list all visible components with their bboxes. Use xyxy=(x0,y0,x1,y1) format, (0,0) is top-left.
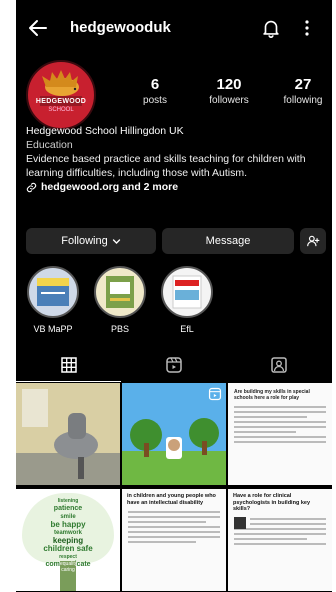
stat-posts-label: posts xyxy=(143,95,167,106)
doc-line xyxy=(234,421,326,423)
highlight-pbs[interactable]: PBS xyxy=(93,266,147,334)
story-highlights: VB MaPP PBS EfL xyxy=(16,266,332,346)
profile-username: hedgewooduk xyxy=(70,19,171,36)
post-thumbnail-reel[interactable] xyxy=(122,383,226,485)
bio-link[interactable]: hedgewood.org and 2 more xyxy=(26,180,326,194)
stat-following-label: following xyxy=(283,95,323,106)
stat-followers[interactable]: 120 followers xyxy=(194,76,264,106)
bell-icon[interactable] xyxy=(260,17,282,39)
doc-line xyxy=(234,542,326,545)
word: be happy xyxy=(50,520,86,529)
stat-following-count: 27 xyxy=(294,76,312,93)
doc-line xyxy=(128,521,206,523)
doc-line xyxy=(128,516,220,518)
logo-text: HEDGEWOOD xyxy=(35,98,87,105)
reel-badge-icon xyxy=(208,387,222,401)
word: listening xyxy=(57,498,79,504)
post-thumbnail[interactable] xyxy=(16,383,120,485)
add-person-button[interactable] xyxy=(300,228,326,254)
hedgehog-logo-icon xyxy=(40,70,82,106)
top-bar: hedgewooduk xyxy=(16,0,332,56)
message-button[interactable]: Message xyxy=(162,228,294,254)
grid-icon xyxy=(60,356,77,373)
post-thumbnail-word-cloud[interactable]: listening patience smile be happy teamwo… xyxy=(16,489,120,591)
profile-bio: Hedgewood School Hillingdon UK Education… xyxy=(26,124,326,194)
profile-tabs xyxy=(16,348,332,382)
book-cover-icon xyxy=(106,276,134,308)
stat-posts-count: 6 xyxy=(150,76,160,93)
word: respect xyxy=(59,554,77,560)
profile-screen: hedgewooduk HEDGEWOOD SCHOOL 6 posts 120… xyxy=(16,0,332,592)
following-label: Following xyxy=(61,235,108,247)
doc-line xyxy=(128,511,220,513)
doc-line xyxy=(234,411,326,413)
doc-line xyxy=(234,416,307,418)
doc-line xyxy=(128,536,220,538)
add-person-icon xyxy=(307,235,320,247)
bio-name: Hedgewood School Hillingdon UK xyxy=(26,125,184,137)
following-button[interactable]: Following xyxy=(26,228,156,254)
book-cover-icon xyxy=(37,278,69,306)
doc-line xyxy=(128,541,196,543)
highlight-vb-mapp[interactable]: VB MaPP xyxy=(26,266,80,334)
chevron-down-icon xyxy=(112,238,120,244)
doc-line xyxy=(234,436,326,438)
stat-followers-count: 120 xyxy=(216,76,242,93)
message-label: Message xyxy=(205,235,251,247)
tab-reels[interactable] xyxy=(121,348,226,382)
reels-icon xyxy=(165,357,182,373)
highlight-vb-mapp-cover xyxy=(27,266,79,318)
bio-link-text: hedgewood.org and 2 more xyxy=(41,181,179,193)
highlight-efl-cover xyxy=(161,266,213,318)
more-vertical-icon[interactable] xyxy=(300,17,314,39)
post-thumbnail-document[interactable]: in children and young people who have an… xyxy=(122,489,226,591)
doc-line xyxy=(234,532,326,535)
logo-subtext: SCHOOL xyxy=(48,107,74,113)
tagged-icon xyxy=(270,357,287,373)
profile-avatar[interactable]: HEDGEWOOD SCHOOL xyxy=(26,60,96,130)
highlight-efl[interactable]: EfL xyxy=(160,266,214,334)
highlight-label: EfL xyxy=(180,324,194,334)
document-title: Are building my skills in special school… xyxy=(234,389,310,401)
stat-followers-label: followers xyxy=(209,95,249,106)
doc-line xyxy=(234,441,326,443)
tab-posts-grid[interactable] xyxy=(16,348,121,382)
photo-room-icon xyxy=(16,383,120,485)
word: children safe xyxy=(43,544,93,553)
book-cover-icon xyxy=(172,275,202,309)
doc-line xyxy=(234,406,326,408)
post-thumbnail-document[interactable]: Are building my skills in special school… xyxy=(228,383,332,485)
doc-line xyxy=(250,517,326,520)
doc-line xyxy=(234,537,307,540)
doc-line xyxy=(234,426,326,428)
highlight-pbs-cover xyxy=(94,266,146,318)
arrow-left-icon[interactable] xyxy=(26,16,50,40)
word: caring xyxy=(61,567,75,573)
document-title: Have a role for clinical psychologists i… xyxy=(233,493,311,512)
highlight-label: VB MaPP xyxy=(33,324,73,334)
document-title: in children and young people who have an… xyxy=(127,493,216,506)
bio-text: Evidence based practice and skills teach… xyxy=(26,153,306,179)
word-cloud: listening patience smile be happy teamwo… xyxy=(22,493,114,568)
highlight-label: PBS xyxy=(110,324,129,334)
bio-category: Education xyxy=(26,139,73,151)
doc-line xyxy=(128,526,220,528)
link-icon xyxy=(26,182,37,192)
word: patience xyxy=(53,505,83,512)
doc-line xyxy=(234,527,326,530)
doc-line xyxy=(250,522,326,525)
tab-tagged[interactable] xyxy=(226,348,331,382)
posts-grid: Are building my skills in special school… xyxy=(16,383,332,592)
stat-posts[interactable]: 6 posts xyxy=(120,76,190,106)
drop-cap xyxy=(234,517,246,529)
stat-following[interactable]: 27 following xyxy=(268,76,332,106)
post-thumbnail-document[interactable]: Have a role for clinical psychologists i… xyxy=(228,489,332,591)
word-cloud-trunk: equality caring xyxy=(60,561,77,591)
doc-line xyxy=(128,531,220,533)
doc-line xyxy=(234,431,297,433)
